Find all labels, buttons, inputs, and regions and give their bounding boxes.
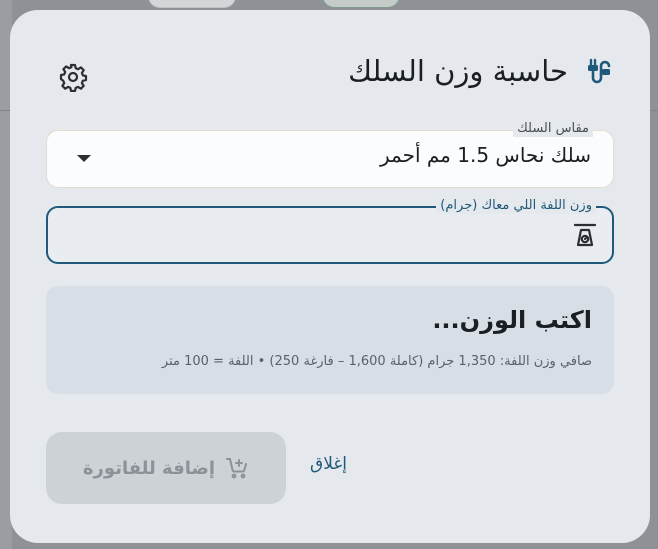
gear-icon[interactable] [58,62,88,93]
close-button[interactable]: إغلاق [310,454,347,474]
result-title: اكتب الوزن... [432,306,592,334]
chevron-down-icon[interactable] [77,155,91,162]
coil-weight-field[interactable]: وزن اللفة اللي معاك (جرام) [46,198,614,264]
wire-gauge-select[interactable]: مقاس السلك سلك نحاس 1.5 مم أحمر [46,121,614,188]
add-cart-icon [225,456,249,480]
wire-gauge-value: سلك نحاس 1.5 مم أحمر [379,143,591,167]
dialog-title: حاسبة وزن السلك [348,54,568,88]
cable-icon [582,56,612,86]
result-subtitle: صافي وزن اللفة: 1,350 جرام (كاملة 1,600 … [161,354,592,369]
background-chip-active [322,0,400,8]
result-card: اكتب الوزن... صافي وزن اللفة: 1,350 جرام… [46,286,614,394]
wire-gauge-label: مقاس السلك [513,121,593,137]
dialog-header: حاسبة وزن السلك [348,54,612,88]
background-chip [148,0,236,8]
wire-weight-dialog: حاسبة وزن السلك مقاس السلك سلك نحاس 1.5 … [10,10,650,543]
coil-weight-input[interactable] [48,208,612,262]
add-to-invoice-button[interactable]: إضافة للفاتورة [46,432,286,504]
add-to-invoice-label: إضافة للفاتورة [82,457,216,479]
